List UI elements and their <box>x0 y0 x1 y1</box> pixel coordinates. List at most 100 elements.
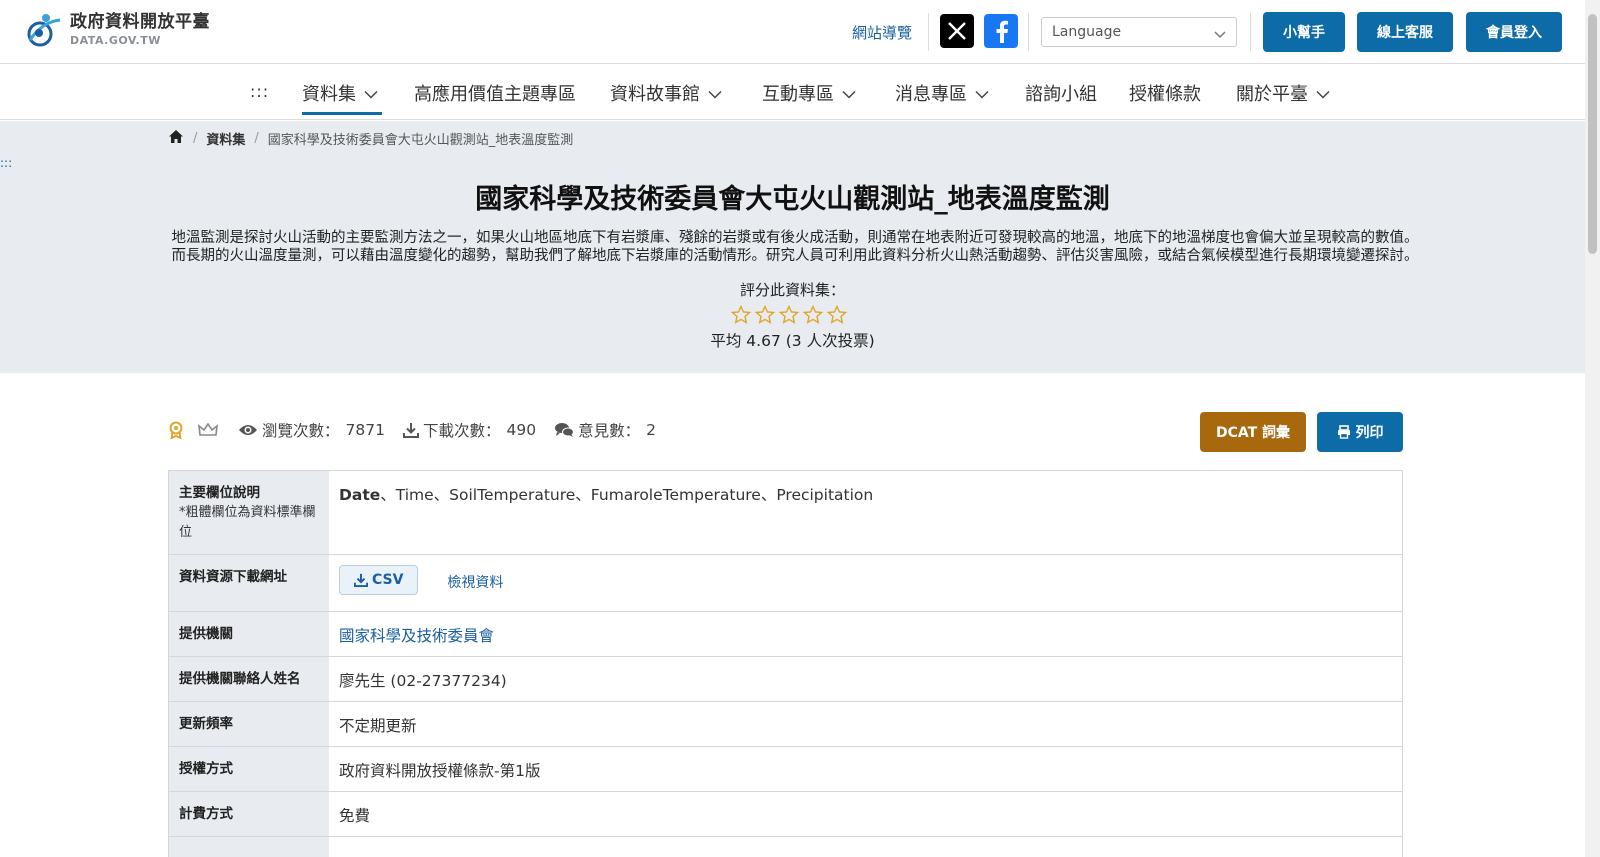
table-row: 更新頻率 不定期更新 <box>169 702 1402 747</box>
csv-download-button[interactable]: CSV <box>339 565 419 595</box>
member-login-button[interactable]: 會員登入 <box>1466 12 1562 52</box>
nav-datasets[interactable]: 資料集 <box>302 80 378 106</box>
helper-button[interactable]: 小幫手 <box>1263 12 1345 52</box>
fields-note: *粗體欄位為資料標準欄位 <box>179 505 316 540</box>
page-title: 國家科學及技術委員會大屯火山觀測站_地表溫度監測 <box>475 184 1110 215</box>
nav-label: 授權條款 <box>1129 84 1201 105</box>
view-count-label: 瀏覽次數： <box>262 422 340 440</box>
scrollbar-thumb[interactable] <box>1588 14 1597 254</box>
table-cell: CSV 檢視資料 <box>329 555 1402 611</box>
view-count-value: 7871 <box>345 421 385 439</box>
divider <box>928 13 929 51</box>
table-row: 授權方式 政府資料開放授權條款-第1版 <box>169 747 1402 792</box>
site-header: 政府資料開放平臺 DATA.GOV.TW 網站導覽 Language 小幫手 線… <box>0 0 1585 64</box>
dataset-info-table: 主要欄位說明 *粗體欄位為資料標準欄位 Date、Time、SoilTemper… <box>168 470 1403 857</box>
nav-advisory[interactable]: 諮詢小組 <box>1025 80 1097 106</box>
table-header: 計費方式 <box>169 792 329 836</box>
table-header: 授權方式 <box>169 747 329 791</box>
rating-average: 平均 4.67 (3 人次投票) <box>710 332 875 350</box>
chevron-down-icon <box>1316 83 1330 104</box>
content-accesskey[interactable]: ::: <box>0 156 12 170</box>
language-select[interactable]: Language <box>1041 17 1237 47</box>
download-count-value: 490 <box>506 421 537 439</box>
breadcrumb-datasets[interactable]: 資料集 <box>206 129 245 148</box>
fee-value: 免費 <box>339 807 371 825</box>
table-row: 提供機關 國家科學及技術委員會 <box>169 612 1402 657</box>
star-icon[interactable] <box>802 304 827 325</box>
table-header: 主要欄位說明 *粗體欄位為資料標準欄位 <box>169 471 329 554</box>
table-header: 更新頻率 <box>169 702 329 746</box>
field-standard: Date <box>339 486 381 504</box>
download-count: 下載次數： 490 <box>402 419 537 441</box>
home-icon[interactable] <box>168 129 184 148</box>
online-service-button[interactable]: 線上客服 <box>1357 12 1453 52</box>
star-icon[interactable] <box>826 304 851 325</box>
table-cell <box>329 837 1402 857</box>
nav-news[interactable]: 消息專區 <box>895 80 989 106</box>
csv-label: CSV <box>372 572 404 588</box>
chevron-down-icon <box>364 83 378 104</box>
dcat-button[interactable]: DCAT 詞彙 <box>1200 412 1306 452</box>
star-icon[interactable] <box>754 304 779 325</box>
table-row: 提供機關聯絡人姓名 廖先生 (02-27377234) <box>169 657 1402 702</box>
comment-count-label: 意見數： <box>578 422 641 440</box>
table-row: 主要欄位說明 *粗體欄位為資料標準欄位 Date、Time、SoilTemper… <box>169 471 1402 555</box>
nav-interactive[interactable]: 互動專區 <box>762 80 856 106</box>
table-row <box>169 837 1402 857</box>
table-header <box>169 837 329 857</box>
nav-license[interactable]: 授權條款 <box>1129 80 1201 106</box>
dataset-hero: / 資料集 / 國家科學及技術委員會大屯火山觀測站_地表溫度監測 ::: 國家科… <box>0 121 1585 373</box>
rating-stars[interactable] <box>730 304 851 325</box>
table-header: 資料資源下載網址 <box>169 555 329 611</box>
nav-label: 資料集 <box>302 84 356 105</box>
page-scrollbar[interactable] <box>1585 0 1600 857</box>
crown-icon <box>198 423 218 437</box>
chevron-down-icon <box>975 83 989 104</box>
logo-title: 政府資料開放平臺 <box>70 12 210 32</box>
x-icon[interactable] <box>940 14 974 48</box>
view-data-link[interactable]: 檢視資料 <box>447 575 503 591</box>
frequency-value: 不定期更新 <box>339 717 417 735</box>
print-button[interactable]: 列印 <box>1317 412 1403 452</box>
breadcrumb-current: 國家科學及技術委員會大屯火山觀測站_地表溫度監測 <box>267 133 574 148</box>
comments-icon <box>554 422 575 438</box>
chevron-down-icon <box>1214 27 1226 43</box>
nav-label: 關於平臺 <box>1236 84 1308 105</box>
print-button-label: 列印 <box>1355 425 1384 441</box>
nav-label: 互動專區 <box>762 84 834 105</box>
nav-label: 資料故事館 <box>610 84 700 105</box>
dataset-stats: 瀏覽次數： 7871 下載次數： 490 意見數： 2 <box>168 419 674 441</box>
nav-stories[interactable]: 資料故事館 <box>610 80 722 106</box>
chevron-down-icon <box>708 83 722 104</box>
facebook-icon[interactable] <box>984 14 1018 48</box>
download-icon <box>402 422 419 438</box>
star-icon[interactable] <box>730 304 755 325</box>
nav-about[interactable]: 關於平臺 <box>1236 80 1330 106</box>
comment-count-value: 2 <box>646 421 656 439</box>
provider-link[interactable]: 國家科學及技術委員會 <box>339 627 494 645</box>
print-icon <box>1337 425 1351 439</box>
badge-icon <box>168 421 184 439</box>
table-cell: Date、Time、SoilTemperature、FumaroleTemper… <box>329 471 1402 554</box>
table-header: 提供機關 <box>169 612 329 656</box>
table-header: 提供機關聯絡人姓名 <box>169 657 329 701</box>
license-value: 政府資料開放授權條款-第1版 <box>339 762 541 780</box>
breadcrumb-separator: / <box>193 131 198 146</box>
view-count: 瀏覽次數： 7871 <box>238 419 385 441</box>
table-row: 計費方式 免費 <box>169 792 1402 837</box>
rate-label: 評分此資料集： <box>739 281 845 299</box>
nav-accesskey[interactable]: ::: <box>250 82 269 101</box>
divider <box>1028 13 1029 51</box>
main-nav: ::: 資料集 高應用價值主題專區 資料故事館 互動專區 消息專區 諮詢小組 授… <box>0 64 1585 120</box>
fields-label: 主要欄位說明 <box>179 485 260 501</box>
star-icon[interactable] <box>778 304 803 325</box>
site-logo[interactable]: 政府資料開放平臺 DATA.GOV.TW <box>24 12 210 48</box>
description-line: 地溫監測是探討火山活動的主要監測方法之一，如果火山地區地底下有岩漿庫、殘餘的岩漿… <box>171 230 1419 246</box>
sitemap-link[interactable]: 網站導覽 <box>852 22 912 43</box>
chevron-down-icon <box>842 83 856 104</box>
nav-high-value[interactable]: 高應用價值主題專區 <box>414 80 576 106</box>
description-line: 而長期的火山溫度量測，可以藉由溫度變化的趨勢，幫助我們了解地底下岩漿庫的活動情形… <box>171 248 1419 264</box>
eye-icon <box>238 423 258 437</box>
download-icon <box>354 573 368 587</box>
table-cell: 國家科學及技術委員會 <box>329 612 1402 656</box>
